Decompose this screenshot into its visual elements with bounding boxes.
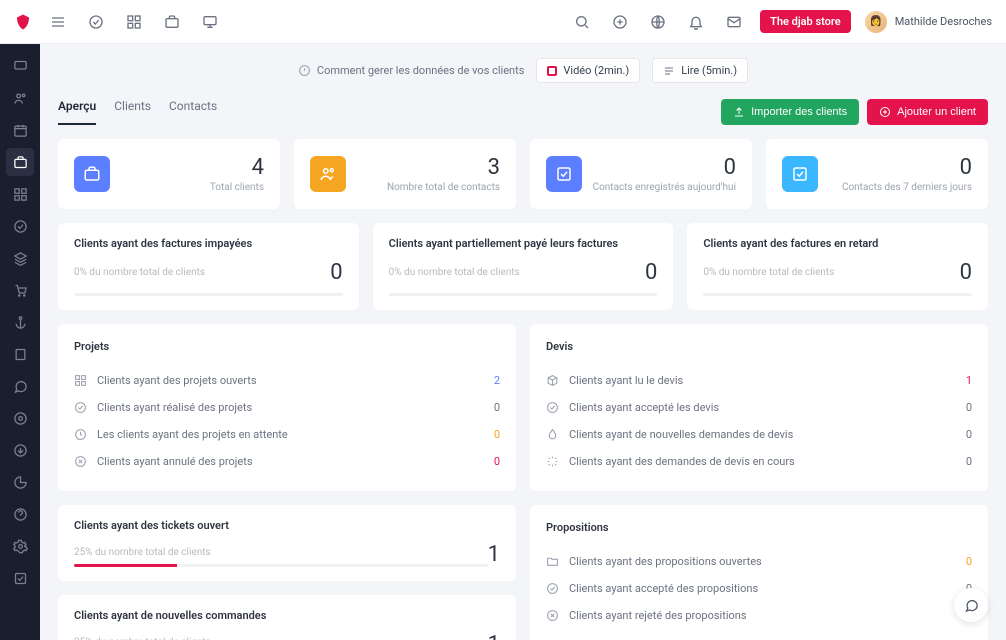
list-item[interactable]: Clients ayant annulé des projets 0 — [74, 448, 500, 475]
list-item[interactable]: Clients ayant rejeté des propositions 0 — [546, 602, 972, 629]
read-icon — [663, 65, 675, 77]
sidebar-item-layers[interactable] — [6, 244, 34, 272]
sidebar-item-anchor[interactable] — [6, 308, 34, 336]
stat-total-contacts: 3Nombre total de contacts — [294, 139, 516, 209]
logo-icon — [14, 13, 32, 31]
list-item[interactable]: Clients ayant accepté des propositions 0 — [546, 575, 972, 602]
invoice-unpaid-card: Clients ayant des factures impayées 0% d… — [58, 223, 359, 310]
list-item[interactable]: Clients ayant des projets ouverts 2 — [74, 367, 500, 394]
plus-circle-icon[interactable] — [608, 10, 632, 34]
check-square-icon — [782, 156, 818, 192]
briefcase-icon — [74, 156, 110, 192]
users-icon — [310, 156, 346, 192]
sidebar-item-help[interactable] — [6, 500, 34, 528]
sidebar-item-support[interactable] — [6, 404, 34, 432]
chat-fab[interactable] — [954, 588, 988, 622]
video-icon — [547, 66, 557, 76]
list-item[interactable]: Clients ayant des propositions ouvertes … — [546, 548, 972, 575]
bell-icon[interactable] — [684, 10, 708, 34]
banner-text: Comment gerer les données de vos clients — [298, 64, 524, 77]
stat-contacts-today: 0Contacts enregistrés aujourd'hui — [530, 139, 752, 209]
sidebar-item-settings[interactable] — [6, 532, 34, 560]
sidebar-item-import[interactable] — [6, 436, 34, 464]
grid-icon[interactable] — [122, 10, 146, 34]
list-item[interactable]: Clients ayant des demandes de devis en c… — [546, 448, 972, 475]
menu-icon[interactable] — [46, 10, 70, 34]
import-clients-button[interactable]: Importer des clients — [721, 99, 859, 125]
list-item[interactable]: Les clients ayant des projets en attente… — [74, 421, 500, 448]
sidebar-item-dashboard[interactable] — [6, 52, 34, 80]
sidebar-item-chat[interactable] — [6, 372, 34, 400]
briefcase-icon[interactable] — [160, 10, 184, 34]
sidebar-item-cart[interactable] — [6, 276, 34, 304]
sidebar-item-audit[interactable] — [6, 564, 34, 592]
sidebar-item-users[interactable] — [6, 84, 34, 112]
list-item[interactable]: Clients ayant de nouvelles demandes de d… — [546, 421, 972, 448]
sidebar-item-apps[interactable] — [6, 180, 34, 208]
tickets-card: Clients ayant des tickets ouvert 25% du … — [58, 505, 516, 581]
stat-total-clients: 4Total clients — [58, 139, 280, 209]
user-name: Mathilde Desroches — [895, 15, 992, 28]
list-item[interactable]: Clients ayant lu le devis 1 — [546, 367, 972, 394]
sidebar-item-calendar[interactable] — [6, 116, 34, 144]
stat-contacts-7days: 0Contacts des 7 derniers jours — [766, 139, 988, 209]
upload-icon — [733, 106, 745, 118]
sidebar-item-reports[interactable] — [6, 468, 34, 496]
read-button[interactable]: Lire (5min.) — [652, 58, 748, 83]
user-menu[interactable]: 👩 Mathilde Desroches — [865, 11, 992, 33]
invoice-partial-card: Clients ayant partiellement payé leurs f… — [373, 223, 674, 310]
avatar: 👩 — [865, 11, 887, 33]
sidebar-item-tasks[interactable] — [6, 212, 34, 240]
list-item[interactable]: Clients ayant réalisé des projets 0 — [74, 394, 500, 421]
invoice-late-card: Clients ayant des factures en retard 0% … — [687, 223, 988, 310]
search-icon[interactable] — [570, 10, 594, 34]
video-button[interactable]: Vidéo (2min.) — [536, 58, 640, 83]
add-client-button[interactable]: Ajouter un client — [867, 99, 988, 125]
globe-icon[interactable] — [646, 10, 670, 34]
devis-panel: Devis Clients ayant lu le devis 1 Client… — [530, 324, 988, 491]
sidebar-item-clients[interactable] — [6, 148, 34, 176]
sidebar — [0, 44, 40, 640]
monitor-icon[interactable] — [198, 10, 222, 34]
sidebar-item-book[interactable] — [6, 340, 34, 368]
check-circle-icon[interactable] — [84, 10, 108, 34]
list-item[interactable]: Clients ayant accepté les devis 0 — [546, 394, 972, 421]
tab-clients[interactable]: Clients — [114, 99, 151, 125]
tab-overview[interactable]: Aperçu — [58, 99, 96, 125]
check-square-icon — [546, 156, 582, 192]
propositions-panel: Propositions Clients ayant des propositi… — [530, 505, 988, 640]
mail-icon[interactable] — [722, 10, 746, 34]
commandes-card: Clients ayant de nouvelles commandes 25%… — [58, 595, 516, 640]
plus-icon — [879, 106, 891, 118]
store-badge[interactable]: The djab store — [760, 10, 851, 33]
projets-panel: Projets Clients ayant des projets ouvert… — [58, 324, 516, 491]
tab-contacts[interactable]: Contacts — [169, 99, 217, 125]
